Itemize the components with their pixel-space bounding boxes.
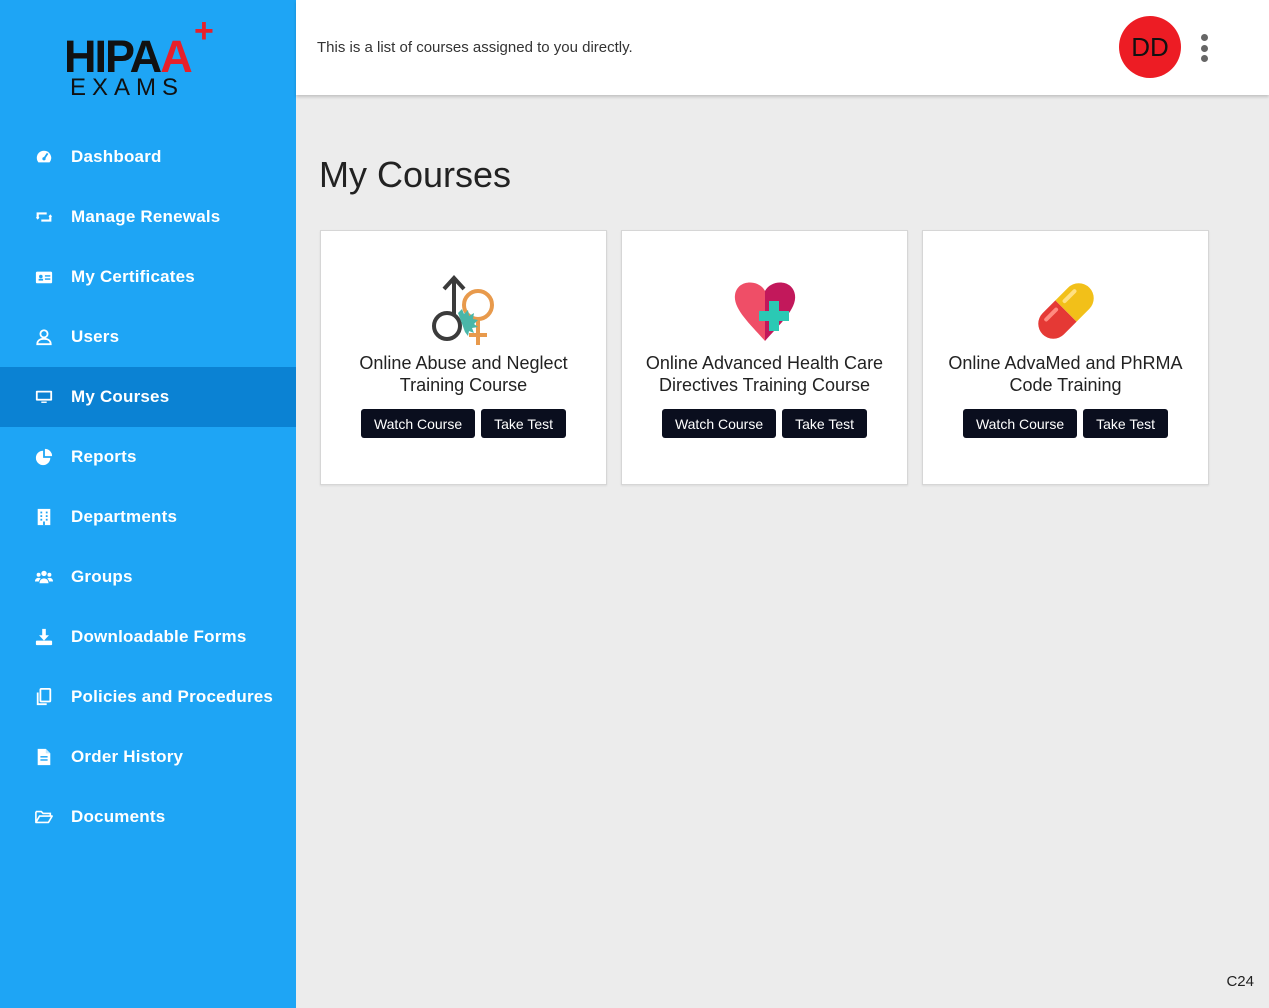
logo-plus: + [194, 12, 214, 50]
sidebar-item-label: Departments [71, 507, 178, 526]
sidebar-item-label: Users [71, 327, 120, 346]
dashboard-icon [34, 147, 54, 167]
course-list: Online Abuse and Neglect Training Course… [320, 230, 1223, 485]
hipaa-exams-logo[interactable]: HIPAA + EXAMS [60, 14, 220, 102]
logo-subtext: EXAMS [70, 74, 185, 101]
heart-cross-icon [734, 282, 795, 341]
sidebar-item-my-courses[interactable]: My Courses [0, 367, 296, 427]
avatar[interactable]: DD [1119, 16, 1181, 78]
retweet-icon [34, 207, 54, 227]
sidebar-item-label: Policies and Procedures [71, 687, 274, 706]
building-icon [34, 507, 54, 527]
sidebar: HIPAA + EXAMS Dashboard Manage Renewals … [0, 0, 296, 1008]
sidebar-item-policies-and-procedures[interactable]: Policies and Procedures [0, 667, 296, 727]
id-card-icon [34, 267, 54, 287]
sidebar-item-downloadable-forms[interactable]: Downloadable Forms [0, 607, 296, 667]
sidebar-item-users[interactable]: Users [0, 307, 296, 367]
sidebar-item-dashboard[interactable]: Dashboard [0, 127, 296, 187]
pie-chart-icon [34, 447, 54, 467]
course-title: Online AdvaMed and PhRMA Code Training [948, 353, 1183, 395]
copy-icon [34, 687, 54, 707]
gender-symbols-icon [431, 275, 494, 345]
take-test-button[interactable]: Take Test [1083, 409, 1169, 438]
take-test-button[interactable]: Take Test [481, 409, 567, 438]
sidebar-item-label: Groups [71, 567, 133, 586]
more-options-icon[interactable] [1197, 34, 1211, 62]
sidebar-item-order-history[interactable]: Order History [0, 727, 296, 787]
download-icon [34, 627, 54, 647]
sidebar-item-documents[interactable]: Documents [0, 787, 296, 847]
course-card: Online Advanced Health Care Directives T… [621, 230, 908, 485]
sidebar-item-label: Manage Renewals [71, 207, 221, 226]
sidebar-item-departments[interactable]: Departments [0, 487, 296, 547]
file-icon [34, 747, 54, 767]
page-title: My Courses [319, 154, 512, 195]
course-card: Online Abuse and Neglect Training Course… [320, 230, 607, 485]
course-title: Online Abuse and Neglect Training Course [359, 353, 568, 395]
pill-capsule-icon [1037, 283, 1094, 339]
sidebar-item-label: Reports [71, 447, 137, 466]
sidebar-item-label: Order History [71, 747, 184, 766]
watch-course-button[interactable]: Watch Course [360, 409, 476, 438]
sidebar-item-my-certificates[interactable]: My Certificates [0, 247, 296, 307]
top-header: This is a list of courses assigned to yo… [296, 0, 1269, 95]
sidebar-item-label: Downloadable Forms [71, 627, 247, 646]
watch-course-button[interactable]: Watch Course [962, 409, 1078, 438]
user-icon [34, 327, 54, 347]
logo-text: HIPAA [64, 31, 193, 82]
course-title: Online Advanced Health Care Directives T… [645, 353, 884, 395]
sidebar-item-manage-renewals[interactable]: Manage Renewals [0, 187, 296, 247]
sidebar-item-label: Dashboard [71, 147, 162, 166]
sidebar-item-label: Documents [71, 807, 166, 826]
folder-open-icon [34, 807, 54, 827]
watch-course-button[interactable]: Watch Course [661, 409, 777, 438]
sidebar-item-label: My Courses [71, 387, 170, 406]
take-test-button[interactable]: Take Test [782, 409, 868, 438]
sidebar-item-reports[interactable]: Reports [0, 427, 296, 487]
version-label: C24 [1226, 973, 1254, 990]
users-icon [34, 567, 54, 587]
header-subtitle: This is a list of courses assigned to yo… [317, 39, 633, 56]
monitor-icon [34, 387, 54, 407]
sidebar-nav: Dashboard Manage Renewals My Certificate… [0, 127, 296, 847]
sidebar-item-label: My Certificates [71, 267, 195, 286]
sidebar-item-groups[interactable]: Groups [0, 547, 296, 607]
course-card: Online AdvaMed and PhRMA Code Training W… [922, 230, 1209, 485]
